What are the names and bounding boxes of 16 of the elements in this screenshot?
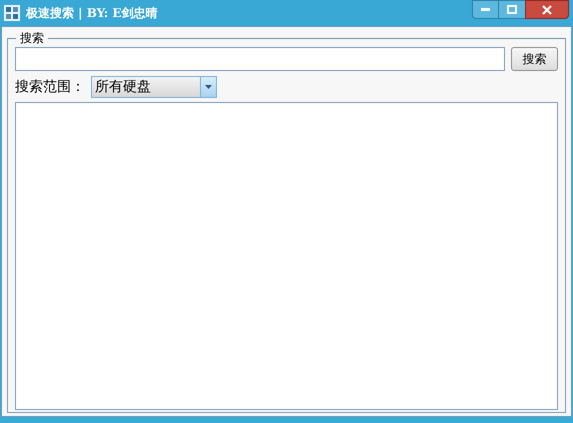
- search-button[interactable]: 搜索: [511, 47, 558, 71]
- caret-icon: [205, 85, 212, 89]
- window-title: 极速搜索 | BY: E剑忠晴: [26, 5, 158, 22]
- close-button[interactable]: [525, 0, 569, 19]
- search-field[interactable]: [15, 47, 505, 71]
- maximize-icon: [507, 5, 517, 14]
- dropdown-value: 所有硬盘: [94, 78, 152, 97]
- dropdown-arrow-button[interactable]: [200, 77, 216, 97]
- app-icon: [4, 5, 20, 21]
- close-icon: [542, 4, 552, 14]
- scope-dropdown[interactable]: 所有硬盘: [91, 76, 217, 98]
- maximize-button[interactable]: [499, 0, 525, 19]
- minimize-button[interactable]: [472, 0, 499, 19]
- groupbox-label: 搜索: [16, 30, 48, 46]
- scope-label: 搜索范围：: [15, 78, 85, 96]
- minimize-icon: [481, 8, 490, 11]
